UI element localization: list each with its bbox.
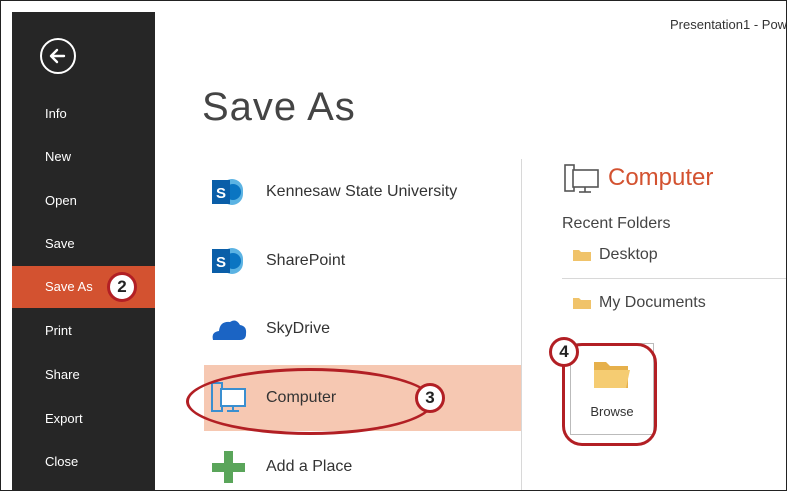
panel-title: Computer xyxy=(608,164,714,191)
plus-icon xyxy=(212,451,245,483)
recent-folders-heading: Recent Folders xyxy=(562,215,671,232)
nav-share[interactable]: Share xyxy=(12,354,155,396)
cloud-icon xyxy=(212,320,247,340)
place-label: SharePoint xyxy=(266,252,346,269)
callout-2: 2 xyxy=(107,272,137,302)
page-title: Save As xyxy=(202,85,356,129)
folder-label: Desktop xyxy=(599,246,658,263)
place-label: SkyDrive xyxy=(266,320,331,337)
nav-save[interactable]: Save xyxy=(12,223,155,265)
place-label: Add a Place xyxy=(266,458,353,475)
nav-print[interactable]: Print xyxy=(12,310,155,352)
nav-new[interactable]: New xyxy=(12,136,155,178)
nav-export[interactable]: Export xyxy=(12,398,155,440)
sharepoint-icon: S xyxy=(212,179,243,205)
back-button[interactable] xyxy=(40,38,76,74)
window-title: Presentation1 - Pow xyxy=(670,17,787,32)
back-arrow-icon xyxy=(49,48,66,64)
place-skydrive[interactable]: SkyDrive xyxy=(204,296,521,362)
backstage-sidebar: Info New Open Save Save As Print Share E… xyxy=(12,12,155,490)
svg-text:S: S xyxy=(216,185,226,202)
highlight-ellipse xyxy=(186,368,434,435)
place-kennesaw[interactable]: S Kennesaw State University xyxy=(204,159,521,225)
folder-label: My Documents xyxy=(599,294,706,311)
callout-3: 3 xyxy=(415,383,445,413)
panel-divider xyxy=(521,159,522,490)
nav-close[interactable]: Close xyxy=(12,441,155,483)
computer-icon xyxy=(564,164,599,193)
folder-divider xyxy=(562,278,786,279)
nav-open[interactable]: Open xyxy=(12,180,155,222)
callout-4: 4 xyxy=(549,337,579,367)
svg-text:S: S xyxy=(216,254,226,271)
place-sharepoint[interactable]: S SharePoint xyxy=(204,228,521,294)
screenshot-frame: Info New Open Save Save As Print Share E… xyxy=(0,0,787,491)
folder-icon xyxy=(573,298,591,309)
folder-icon xyxy=(573,250,591,261)
place-label: Kennesaw State University xyxy=(266,183,458,200)
add-a-place[interactable]: Add a Place xyxy=(204,434,521,490)
nav-info[interactable]: Info xyxy=(12,93,155,135)
sharepoint-icon: S xyxy=(212,248,243,274)
